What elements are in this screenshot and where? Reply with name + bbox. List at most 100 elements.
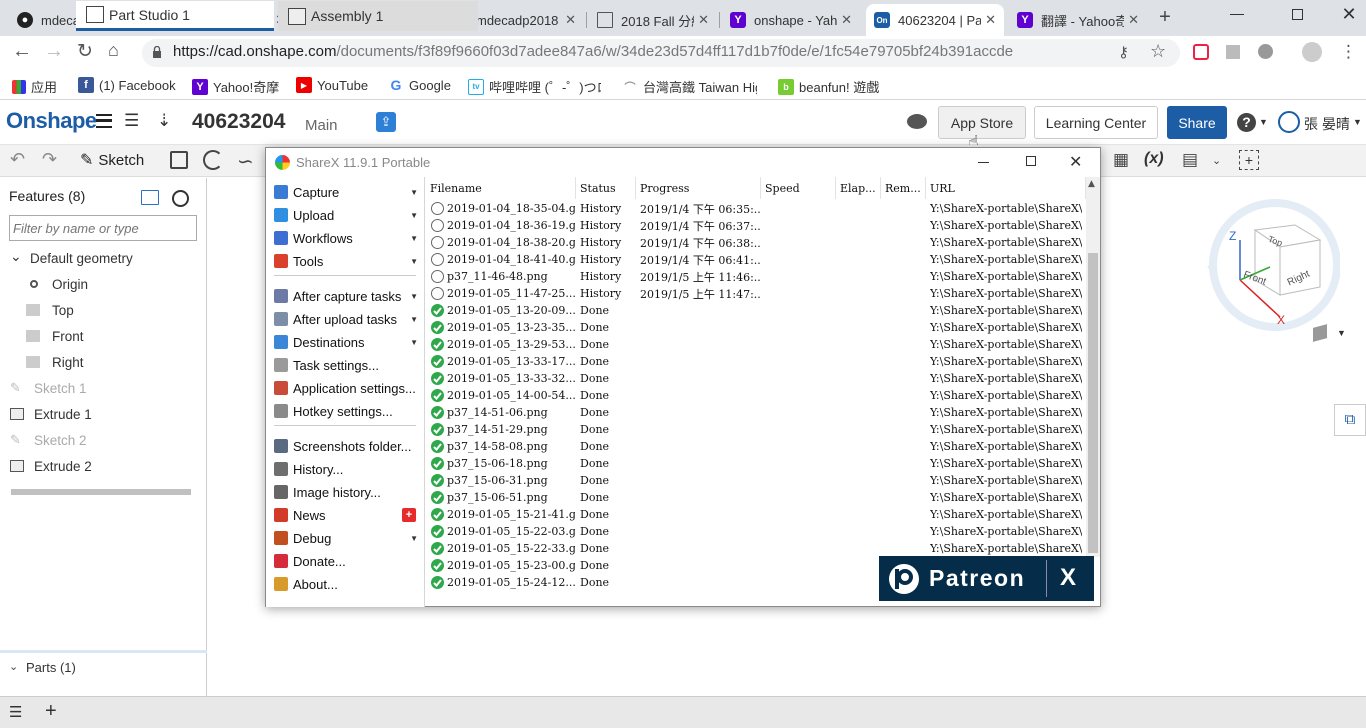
view-options-chevron-icon[interactable]: ▼ [1337,328,1346,338]
feature-item[interactable]: Front [26,323,84,349]
task-row[interactable]: 2019-01-04_18-38-20.gif History 2019/1/4 下… [426,234,1086,251]
column-header-elap[interactable]: Elap... [836,177,881,199]
onshape-logo[interactable]: Onshape [6,108,97,134]
document-name[interactable]: 40623204 [192,110,285,134]
sharex-title-bar[interactable]: ShareX 11.9.1 Portable ✕ [266,148,1100,176]
key-icon[interactable]: ⚷ [1118,43,1129,61]
feature-panel-scrollbar[interactable] [11,489,191,495]
learning-center-button[interactable]: Learning Center [1034,106,1158,139]
rollback-timer-icon[interactable] [172,190,189,207]
bookmark-apps[interactable]: 应用 [12,77,57,96]
bookmark-google[interactable]: G Google [388,77,451,93]
bookmark-star-icon[interactable]: ☆ [1150,41,1166,62]
comments-icon[interactable] [907,114,927,129]
task-row[interactable]: p37_14-51-06.png Done Y:\ShareX-portable\S… [426,404,1086,421]
hamburger-menu-icon[interactable] [96,114,112,128]
feature-item[interactable]: Extrude 2 [10,453,92,479]
bookmark-bilibili[interactable]: tv 哔哩哔哩 (゜-゜)つロ [468,77,601,96]
feature-item[interactable]: Right [26,349,84,375]
minimize-window-button[interactable] [1230,14,1244,15]
task-row[interactable]: p37_15-06-18.png Done Y:\ShareX-portable\S… [426,455,1086,472]
column-header-rem[interactable]: Rem... [881,177,926,199]
menu-capture[interactable]: Capture ▼ [274,181,418,203]
share-button[interactable]: Share [1167,106,1227,139]
variable-fx-button[interactable]: (x) [1144,150,1164,168]
app-store-button[interactable]: App Store [938,106,1026,139]
column-header-url[interactable]: URL [926,177,1086,199]
menu-history[interactable]: History... [274,458,418,480]
column-header-progress[interactable]: Progress [636,177,761,199]
menu-hotkey-settings[interactable]: Hotkey settings... [274,400,418,422]
parts-chevron-down-icon[interactable]: ⌄ [9,660,18,673]
bookmark-yahoo[interactable]: Y Yahoo!奇摩 [192,77,279,96]
feature-item[interactable]: Origin [26,271,88,297]
task-row[interactable]: 2019-01-05_11-47-25.... History 2019/1/5 上… [426,285,1086,302]
feature-filter-input[interactable] [9,215,197,241]
insert-icon[interactable]: ⇣ [157,111,171,131]
bookmark-youtube[interactable]: ▶ YouTube [296,77,368,93]
feature-item[interactable]: ⌄ Default geometry [10,245,133,271]
variable-table-icon[interactable]: ▦ [1113,150,1129,170]
menu-tools[interactable]: Tools ▼ [274,250,418,272]
tab-close-icon[interactable]: ✕ [985,12,996,28]
menu-after-capture-tasks[interactable]: After capture tasks ▼ [274,285,418,307]
task-list-scrollbar[interactable]: ▲ [1086,177,1100,557]
sketch-button[interactable]: ✎ Sketch [80,150,144,170]
task-row[interactable]: p37_15-06-51.png Done Y:\ShareX-portable\S… [426,489,1086,506]
chevron-down-icon[interactable]: ⌄ [10,249,22,264]
parts-header[interactable]: Parts (1) [26,660,76,675]
menu-debug[interactable]: Debug ▼ [274,527,418,549]
back-icon[interactable]: ← [12,40,32,64]
feature-item[interactable]: ✎ Sketch 1 [10,375,87,401]
task-row[interactable]: 2019-01-04_18-36-19.gif History 2019/1/4 下… [426,217,1086,234]
menu-news[interactable]: News + [274,504,418,526]
user-chevron-down-icon[interactable]: ▼ [1353,117,1362,127]
task-row[interactable]: 2019-01-04_18-41-40.gif History 2019/1/4 下… [426,251,1086,268]
measure-icon[interactable]: ▤ [1182,150,1198,170]
browser-tab-6[interactable]: Yonshape - Yah ✕ [722,4,860,36]
measure-chevron-down-icon[interactable]: ⌄ [1212,154,1221,167]
tab-assembly-1[interactable]: Assembly 1 [278,1,478,31]
user-avatar-icon[interactable] [1278,111,1300,133]
task-row[interactable]: 2019-01-04_18-35-04.gif History 2019/1/4 下… [426,200,1086,217]
task-row[interactable]: 2019-01-05_13-20-09.... Done Y:\ShareX-por… [426,302,1086,319]
column-header-filename[interactable]: Filename [426,177,576,199]
patreon-close-button[interactable]: X [1060,564,1076,592]
sharex-maximize-button[interactable] [1026,156,1036,166]
bookmark-thsr[interactable]: ⌒ 台灣高鐵 Taiwan Hig [622,77,758,96]
task-row[interactable]: p37_11-46-48.png History 2019/1/5 上午 11:46… [426,268,1086,285]
menu-upload[interactable]: Upload ▼ [274,204,418,226]
user-name[interactable]: 張 晏晴 [1304,114,1350,134]
menu-workflows[interactable]: Workflows ▼ [274,227,418,249]
menu-image-history[interactable]: Image history... [274,481,418,503]
column-header-speed[interactable]: Speed [761,177,836,199]
extrude-tool-icon[interactable] [170,151,188,169]
tab-close-icon[interactable]: ✕ [841,12,852,28]
sharex-close-button[interactable]: ✕ [1069,152,1082,172]
patreon-banner[interactable]: Patreon X [879,556,1094,601]
tab-close-icon[interactable]: ✕ [698,12,709,28]
view-cube[interactable] [1200,195,1345,345]
extension-grid-icon[interactable] [1226,45,1240,59]
extension-red-icon[interactable] [1193,44,1209,60]
feature-item[interactable]: Top [26,297,74,323]
sweep-tool-icon[interactable]: ∽ [237,149,254,174]
restore-window-button[interactable] [1292,9,1303,20]
bookmark-facebook[interactable]: f (1) Facebook [78,77,176,93]
tab-close-icon[interactable]: ✕ [1128,12,1139,28]
branch-label[interactable]: Main [305,117,338,134]
task-row[interactable]: 2019-01-05_15-22-33.gif Done Y:\ShareX-por… [426,540,1086,557]
browser-tab-5[interactable]: 2018 Fall 分組✕ [589,4,717,36]
browser-tab-8[interactable]: Y 翻譯 - Yahoo奇 ✕ [1009,4,1147,36]
menu-application-settings[interactable]: Application settings... [274,377,418,399]
scroll-up-icon[interactable]: ▲ [1088,179,1095,189]
task-row[interactable]: p37_14-51-29.png Done Y:\ShareX-portable\S… [426,421,1086,438]
add-tab-icon[interactable]: + [45,700,57,723]
new-tab-button[interactable]: + [1155,6,1175,28]
help-chevron-down-icon[interactable]: ▼ [1259,117,1268,127]
help-icon[interactable]: ? [1237,113,1256,132]
tab-part-studio-1[interactable]: Part Studio 1 [76,1,274,31]
task-row[interactable]: 2019-01-05_14-00-54.... Done Y:\ShareX-por… [426,387,1086,404]
menu-screenshots-folder[interactable]: Screenshots folder... [274,435,418,457]
feature-list-icon[interactable]: ☰ [124,111,139,131]
